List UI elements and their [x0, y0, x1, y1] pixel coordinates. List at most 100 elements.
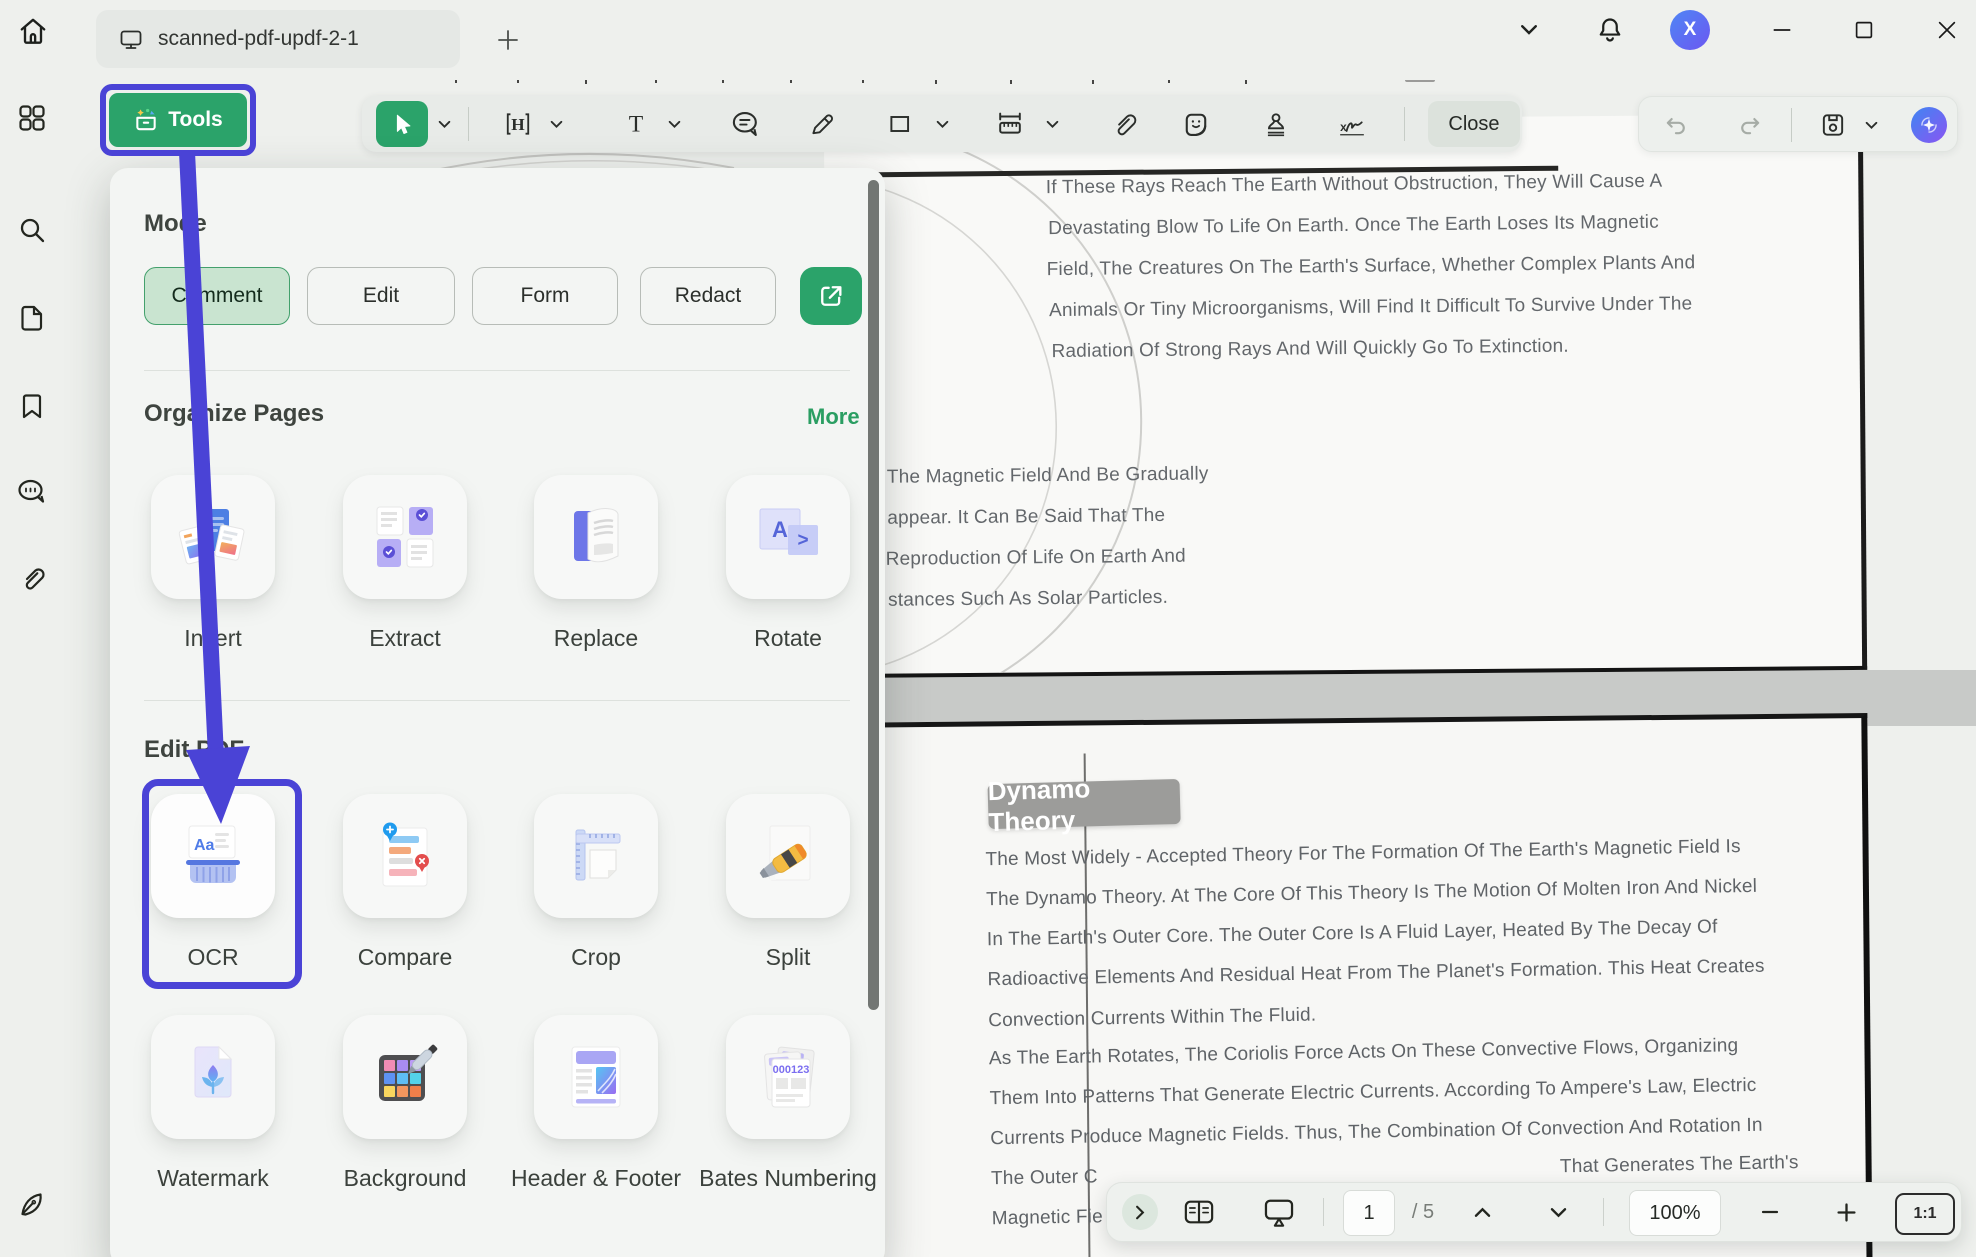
sidebar-pen-button[interactable] [16, 1188, 48, 1220]
tool-tile-split[interactable]: Split [726, 794, 850, 918]
document-line: As The Earth Rotates, The Coriolis Force… [989, 1035, 1739, 1070]
tool-tile-crop[interactable]: Crop [534, 794, 658, 918]
measure-tool-button[interactable] [988, 96, 1032, 152]
home-button[interactable] [10, 8, 56, 54]
signature-tool-button[interactable]: x [1330, 96, 1374, 152]
sidebar-comments-button[interactable] [16, 476, 48, 508]
mode-option-redact[interactable]: Redact [640, 267, 776, 325]
document-line: Magnetic Fie [992, 1206, 1104, 1230]
cursor-icon [389, 111, 415, 137]
paperclip-icon [1110, 110, 1138, 138]
tool-tile-watermark[interactable]: Watermark [151, 1015, 275, 1139]
toolbar-divider [1404, 107, 1405, 141]
tools-button-highlight: Tools [100, 84, 256, 156]
save-button[interactable] [1811, 97, 1855, 153]
panel-scrollbar[interactable] [868, 180, 879, 1010]
heading-tool-button[interactable]: H [496, 96, 540, 152]
open-in-window-button[interactable] [800, 267, 862, 325]
document-page-2: Dynamo Theory The Most Widely - Accepted… [821, 713, 1872, 1257]
tile-label: Extract [313, 623, 497, 653]
tool-tile-header-footer[interactable]: Header & Footer [534, 1015, 658, 1139]
document-line: Radiation Of Strong Rays And Will Quickl… [1051, 336, 1568, 363]
tools-button[interactable]: Tools [109, 93, 247, 147]
measure-tool-chevron[interactable] [1042, 96, 1062, 152]
shape-tool-chevron[interactable] [932, 96, 952, 152]
sidebar-attachments-button[interactable] [16, 562, 48, 594]
document-tab[interactable]: scanned-pdf-updf-2-1 [96, 10, 460, 68]
header-footer-icon [560, 1041, 632, 1113]
tile-label: Crop [504, 942, 688, 972]
shape-tool-button[interactable] [878, 96, 922, 152]
expand-toolbar-button[interactable] [1117, 1183, 1163, 1241]
presentation-button[interactable] [1255, 1183, 1303, 1241]
mode-option-edit[interactable]: Edit [307, 267, 455, 325]
notifications-button[interactable] [1592, 10, 1628, 50]
zoom-level-value: 100% [1649, 1202, 1700, 1225]
undo-button[interactable] [1655, 97, 1699, 153]
close-window-button[interactable] [1928, 12, 1966, 48]
save-options-chevron[interactable] [1861, 97, 1881, 153]
tool-tile-replace[interactable]: Replace [534, 475, 658, 599]
chevron-down-icon [668, 120, 681, 129]
page-thumbnails-icon [17, 303, 47, 333]
menu-chevron-button[interactable] [1512, 14, 1546, 46]
actual-size-button[interactable]: 1:1 [1895, 1193, 1955, 1235]
sticker-tool-button[interactable] [1174, 96, 1218, 152]
close-annotation-button[interactable]: Close [1428, 101, 1520, 147]
sidebar-search-button[interactable] [16, 214, 48, 246]
pencil-tool-button[interactable] [800, 96, 844, 152]
tile-label: Header & Footer [504, 1163, 688, 1193]
mode-option-form[interactable]: Form [472, 267, 618, 325]
minus-icon [1761, 1205, 1779, 1219]
new-tab-button[interactable] [488, 22, 528, 58]
chevron-up-icon [1474, 1207, 1491, 1218]
minimize-button[interactable] [1764, 12, 1800, 48]
maximize-button[interactable] [1846, 12, 1882, 48]
user-avatar[interactable]: X [1670, 10, 1710, 50]
organize-more-link[interactable]: More [807, 404, 860, 430]
tool-tile-rotate[interactable]: A > Rotate [726, 475, 850, 599]
pen-icon [17, 1189, 47, 1219]
text-tool-button[interactable]: T [614, 96, 658, 152]
ai-assistant-button[interactable] [1911, 107, 1947, 143]
stamp-tool-button[interactable] [1254, 96, 1298, 152]
external-link-icon [817, 282, 845, 310]
attachment-tool-button[interactable] [1102, 96, 1146, 152]
select-tool-button[interactable] [376, 101, 428, 147]
annotation-toolbar: H T [362, 96, 1522, 152]
sidebar-bookmarks-button[interactable] [16, 390, 48, 422]
tool-tile-compare[interactable]: Compare [343, 794, 467, 918]
mode-option-comment[interactable]: Comment [144, 267, 290, 325]
tool-tile-insert[interactable]: Insert [151, 475, 275, 599]
document-line: In The Earth's Outer Core. The Outer Cor… [987, 917, 1718, 952]
document-line: That Generates The Earth's [1560, 1152, 1799, 1178]
previous-page-button[interactable] [1459, 1183, 1505, 1241]
select-tool-chevron[interactable] [434, 96, 454, 152]
document-line: Field, The Creatures On The Earth's Surf… [1047, 252, 1696, 281]
avatar-letter: X [1684, 19, 1697, 41]
tool-tile-background[interactable]: Background [343, 1015, 467, 1139]
redo-button[interactable] [1727, 97, 1771, 153]
tool-tile-extract[interactable]: Extract [343, 475, 467, 599]
page-number-input[interactable]: 1 [1343, 1190, 1395, 1236]
toolbox-icon [133, 107, 159, 133]
tool-tile-bates-numbering[interactable]: 000123 Bates Numbering [726, 1015, 850, 1139]
chevron-down-icon [1550, 1207, 1567, 1218]
document-line: stances Such As Solar Particles. [888, 587, 1168, 612]
sidebar-apps-button[interactable] [16, 102, 48, 134]
reader-view-icon [1183, 1197, 1215, 1227]
text-tool-chevron[interactable] [664, 96, 684, 152]
document-line: Them Into Patterns That Generate Electri… [989, 1075, 1756, 1110]
document-page-1: If These Rays Reach The Earth Without Ob… [824, 114, 1867, 678]
zoom-level-input[interactable]: 100% [1629, 1190, 1721, 1236]
next-page-button[interactable] [1535, 1183, 1581, 1241]
zoom-in-button[interactable] [1821, 1183, 1871, 1241]
reader-view-button[interactable] [1175, 1183, 1223, 1241]
zoom-out-button[interactable] [1745, 1183, 1795, 1241]
toolbar-divider [1791, 108, 1792, 142]
sidebar-pages-button[interactable] [16, 302, 48, 334]
svg-text:H: H [511, 115, 525, 134]
comment-tool-button[interactable] [724, 96, 768, 152]
tile-icon-box [534, 794, 658, 918]
heading-tool-chevron[interactable] [546, 96, 566, 152]
